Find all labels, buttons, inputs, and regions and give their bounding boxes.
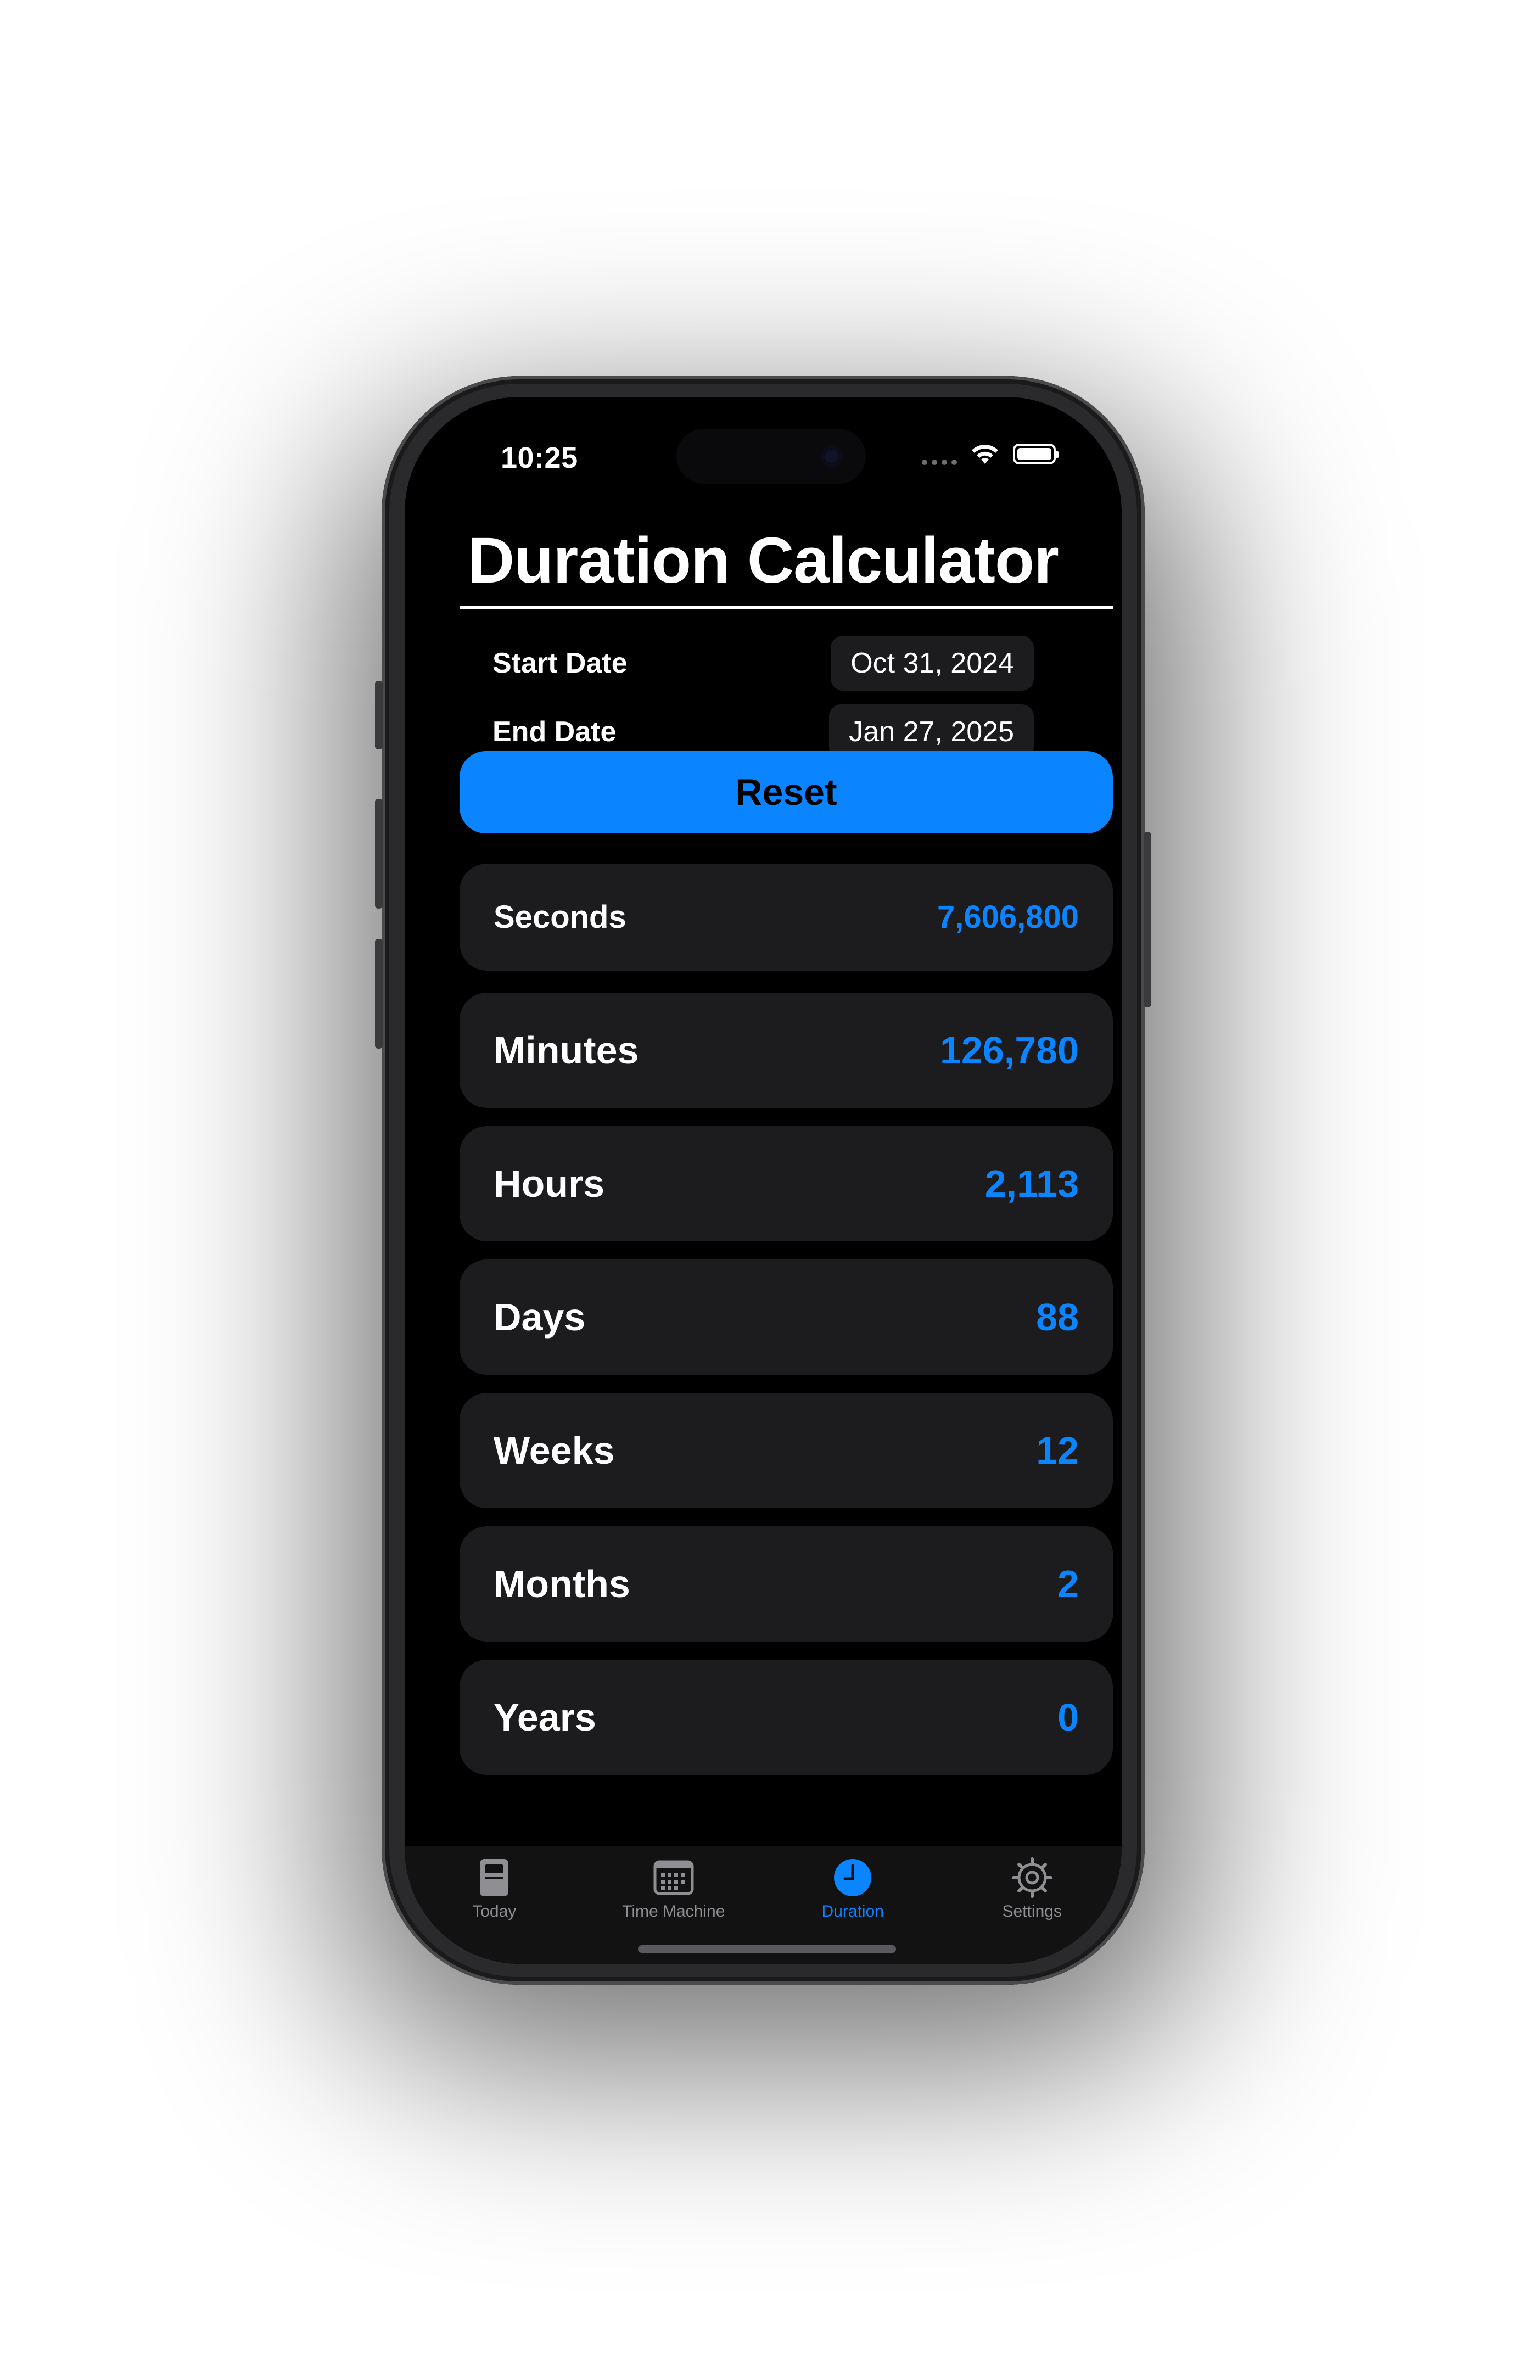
result-value: 88 <box>1036 1296 1079 1339</box>
tab-label: Duration <box>821 1902 884 1920</box>
wifi-icon <box>972 445 998 464</box>
clock-icon <box>832 1857 873 1898</box>
dynamic-island <box>676 429 866 484</box>
phone-screen: 10:25 Duration Calculator Start Date Oct… <box>405 397 1122 1964</box>
front-camera <box>821 445 843 467</box>
power-button[interactable] <box>1144 832 1151 1007</box>
calendar-icon <box>653 1857 694 1898</box>
result-label: Minutes <box>494 1029 639 1072</box>
result-value: 12 <box>1036 1429 1079 1472</box>
start-date-picker[interactable]: Oct 31, 2024 <box>831 636 1034 691</box>
gear-icon <box>1011 1857 1052 1898</box>
volume-up-button[interactable] <box>375 799 383 909</box>
book-icon <box>474 1857 514 1898</box>
result-card-days: Days 88 <box>460 1259 1113 1375</box>
tab-label: Settings <box>1002 1902 1062 1920</box>
result-card-months: Months 2 <box>460 1526 1113 1642</box>
result-card-weeks: Weeks 12 <box>460 1393 1113 1508</box>
signal-dots-icon <box>922 443 957 465</box>
tab-label: Today <box>472 1902 517 1920</box>
result-card-hours: Hours 2,113 <box>460 1126 1113 1241</box>
tab-label: Time Machine <box>622 1902 725 1920</box>
result-label: Days <box>494 1296 586 1339</box>
action-button[interactable] <box>375 681 383 749</box>
result-card-minutes: Minutes 126,780 <box>460 993 1113 1108</box>
start-date-row: Start Date Oct 31, 2024 <box>492 636 1034 691</box>
reset-button[interactable]: Reset <box>460 751 1113 833</box>
result-value: 2,113 <box>984 1162 1079 1205</box>
tab-today[interactable]: Today <box>405 1846 584 1964</box>
result-value: 7,606,800 <box>937 899 1079 935</box>
result-label: Seconds <box>494 899 626 935</box>
tab-settings[interactable]: Settings <box>943 1846 1122 1964</box>
status-indicators <box>922 442 1059 466</box>
result-card-years: Years 0 <box>460 1660 1113 1775</box>
result-label: Years <box>494 1696 596 1739</box>
title-divider <box>460 606 1113 609</box>
result-card-seconds: Seconds 7,606,800 <box>460 864 1113 971</box>
result-label: Weeks <box>494 1429 615 1472</box>
result-value: 0 <box>1057 1696 1079 1739</box>
end-date-label: End Date <box>492 716 617 748</box>
start-date-label: Start Date <box>492 647 628 679</box>
result-value: 126,780 <box>939 1029 1079 1072</box>
home-indicator[interactable] <box>638 1945 896 1953</box>
result-label: Months <box>494 1563 630 1605</box>
volume-down-button[interactable] <box>375 939 383 1049</box>
result-label: Hours <box>494 1162 605 1205</box>
result-value: 2 <box>1057 1563 1079 1605</box>
screenshot-stage: 10:25 Duration Calculator Start Date Oct… <box>0 0 1540 2380</box>
status-time: 10:25 <box>501 441 578 474</box>
battery-icon <box>1013 444 1059 464</box>
page-title: Duration Calculator <box>468 524 1059 597</box>
phone-frame: 10:25 Duration Calculator Start Date Oct… <box>375 376 1151 1985</box>
